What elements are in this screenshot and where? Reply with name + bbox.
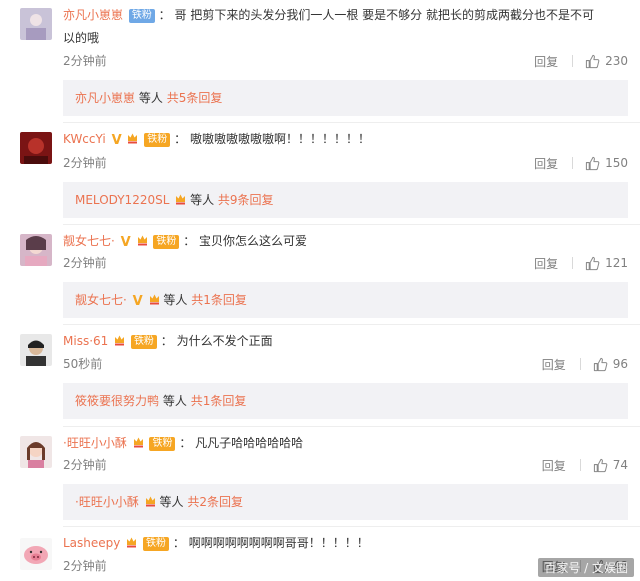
reply-count-link[interactable]: 共1条回复	[191, 293, 247, 307]
username[interactable]: 亦凡小崽崽	[63, 8, 123, 22]
fan-badge: 铁粉	[149, 437, 176, 451]
comment-text: 为什么不发个正面	[176, 334, 273, 348]
timestamp: 2分钟前	[63, 458, 107, 472]
replies-summary[interactable]: 筱筱要很努力鸭 等人 共1条回复	[63, 383, 628, 419]
fan-badge: 铁粉	[153, 235, 180, 249]
reply-mid-text: 等人	[190, 193, 215, 207]
comment-text: 宝贝你怎么这么可爱	[199, 234, 308, 248]
reply-username[interactable]: 亦凡小崽崽	[75, 91, 135, 105]
comment-text: 哥 把剪下来的头发分我们一人一根 要是不够分 就把长的剪成两截分也不是不可	[174, 8, 594, 22]
crown-icon	[114, 334, 125, 346]
crown-icon	[126, 536, 137, 548]
like-count: 121	[605, 256, 628, 270]
like-count: 150	[605, 156, 628, 170]
reply-count-link[interactable]: 共9条回复	[218, 193, 274, 207]
avatar[interactable]	[20, 234, 52, 266]
verified-v-icon: V	[132, 294, 143, 309]
username[interactable]: KWccYi	[63, 132, 106, 146]
reply-button[interactable]: 回复	[542, 356, 566, 373]
replies-summary[interactable]: 亦凡小崽崽 等人 共5条回复	[63, 80, 628, 116]
comment-text: 啊啊啊啊啊啊啊啊哥哥！！！！！	[188, 536, 369, 550]
reply-username[interactable]: ·旺旺小小酥	[75, 495, 139, 509]
comment-actions: 回复 121	[534, 254, 628, 272]
reply-button[interactable]: 回复	[534, 53, 558, 70]
reply-count-link[interactable]: 共5条回复	[167, 91, 223, 105]
reply-button[interactable]: 回复	[534, 255, 558, 272]
reply-mid-text: 等人	[162, 394, 187, 408]
reply-username[interactable]: 靓女七七·	[75, 293, 127, 307]
thumbs-up-icon[interactable]	[585, 54, 600, 69]
crown-icon	[127, 132, 138, 144]
replies-summary[interactable]: MELODY1220SL 等人 共9条回复	[63, 182, 628, 218]
comment-actions: 回复 96	[542, 355, 628, 373]
timestamp: 2分钟前	[63, 559, 107, 573]
like-count: 74	[612, 458, 628, 472]
verified-v-icon: V	[120, 235, 131, 250]
fan-badge: 铁粉	[130, 335, 157, 349]
comment-actions: 回复 230	[534, 52, 628, 70]
like-count: 96	[612, 357, 628, 371]
reply-count-link[interactable]: 共2条回复	[187, 495, 243, 509]
avatar[interactable]	[20, 8, 52, 40]
reply-mid-text: 等人	[138, 91, 163, 105]
fan-badge: 铁粉	[143, 537, 170, 551]
username[interactable]: ·旺旺小小酥	[63, 436, 127, 450]
avatar[interactable]	[20, 538, 52, 570]
verified-v-icon: V	[111, 133, 122, 148]
crown-icon	[175, 193, 186, 205]
crown-icon	[149, 293, 160, 305]
reply-mid-text: 等人	[159, 495, 184, 509]
reply-username[interactable]: MELODY1220SL	[75, 193, 169, 207]
reply-count-link[interactable]: 共1条回复	[191, 394, 247, 408]
avatar[interactable]	[20, 436, 52, 468]
timestamp: 2分钟前	[63, 54, 107, 68]
username[interactable]: Lasheepy	[63, 536, 120, 550]
reply-button[interactable]: 回复	[542, 457, 566, 474]
crown-icon	[145, 495, 156, 507]
avatar[interactable]	[20, 334, 52, 366]
watermark: 百家号 / 文娱圈	[538, 558, 634, 577]
crown-icon	[133, 436, 144, 448]
comment-text: 嗷嗷嗷嗷嗷嗷嗷啊！！！！！！！	[189, 132, 370, 146]
username[interactable]: Miss·61	[63, 334, 108, 348]
reply-button[interactable]: 回复	[534, 155, 558, 172]
reply-mid-text: 等人	[163, 293, 188, 307]
replies-summary[interactable]: ·旺旺小小酥 等人 共2条回复	[63, 484, 628, 520]
comment-actions: 回复 74	[542, 456, 628, 474]
crown-icon	[137, 234, 148, 246]
comment-text: 凡凡子哈哈哈哈哈哈	[195, 436, 304, 450]
timestamp: 2分钟前	[63, 156, 107, 170]
thumbs-up-icon[interactable]	[593, 458, 608, 473]
fan-badge: 铁粉	[128, 9, 155, 23]
reply-username[interactable]: 筱筱要很努力鸭	[75, 394, 159, 408]
timestamp: 2分钟前	[63, 256, 107, 270]
comment-actions: 回复 150	[534, 154, 628, 172]
thumbs-up-icon[interactable]	[585, 256, 600, 271]
username[interactable]: 靓女七七·	[63, 234, 115, 248]
avatar[interactable]	[20, 132, 52, 164]
fan-badge: 铁粉	[144, 133, 171, 147]
thumbs-up-icon[interactable]	[593, 357, 608, 372]
like-count: 230	[605, 54, 628, 68]
replies-summary[interactable]: 靓女七七· V 等人 共1条回复	[63, 282, 628, 318]
timestamp: 50秒前	[63, 357, 103, 371]
thumbs-up-icon[interactable]	[585, 156, 600, 171]
comment-text-continued: 以的哦	[63, 31, 100, 45]
